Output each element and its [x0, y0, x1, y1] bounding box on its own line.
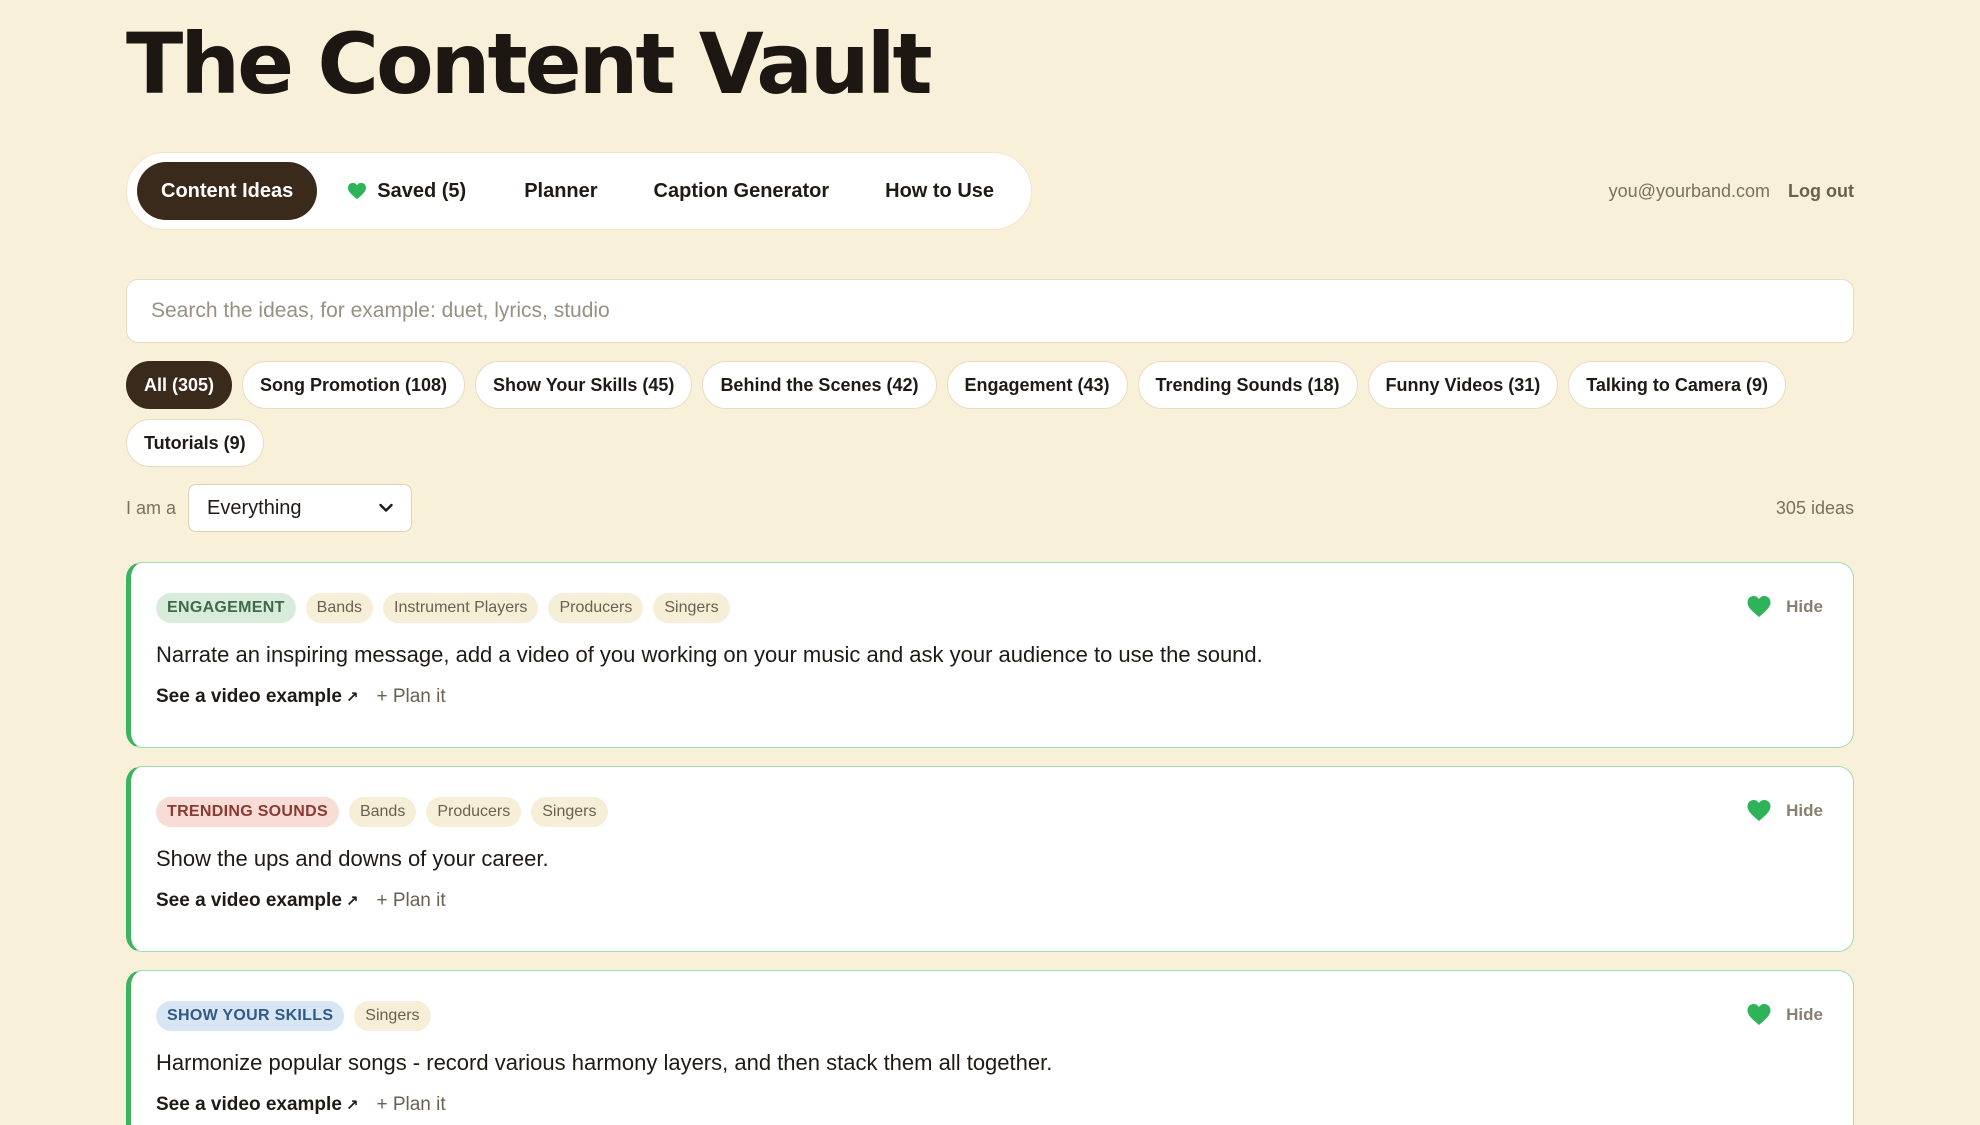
role-tag: Producers	[548, 593, 644, 623]
idea-tags: ENGAGEMENT Bands Instrument Players Prod…	[156, 593, 1823, 623]
filter-chip-all[interactable]: All (305)	[126, 361, 233, 409]
idea-links: See a video example ↗ + Plan it	[156, 686, 1823, 708]
category-tag: SHOW YOUR SKILLS	[156, 1001, 345, 1031]
card-actions: Hide	[1746, 595, 1823, 618]
filter-chip-tutorials[interactable]: Tutorials (9)	[126, 419, 264, 467]
card-actions: Hide	[1746, 799, 1823, 822]
filter-chip-behind-the-scenes[interactable]: Behind the Scenes (42)	[702, 361, 937, 409]
tab-saved[interactable]: Saved (5)	[317, 162, 496, 220]
category-tag: ENGAGEMENT	[156, 593, 296, 623]
external-link-icon: ↗	[345, 1096, 359, 1114]
video-example-link[interactable]: See a video example ↗	[156, 686, 358, 708]
role-tag: Producers	[426, 797, 522, 827]
idea-card: SHOW YOUR SKILLS Singers Harmonize popul…	[126, 970, 1854, 1125]
hide-button[interactable]: Hide	[1786, 1005, 1823, 1025]
idea-list: ENGAGEMENT Bands Instrument Players Prod…	[126, 562, 1854, 1125]
tab-content-ideas[interactable]: Content Ideas	[137, 162, 318, 220]
main-nav: Content Ideas Saved (5) Planner Caption …	[126, 152, 1032, 230]
filter-chip-engagement[interactable]: Engagement (43)	[946, 361, 1128, 409]
video-example-link[interactable]: See a video example ↗	[156, 1094, 358, 1116]
idea-tags: TRENDING SOUNDS Bands Producers Singers	[156, 797, 1823, 827]
hide-button[interactable]: Hide	[1786, 597, 1823, 617]
filter-chip-song-promotion[interactable]: Song Promotion (108)	[242, 361, 466, 409]
tab-how-to-use[interactable]: How to Use	[857, 162, 1022, 220]
card-actions: Hide	[1746, 1003, 1823, 1026]
idea-text: Harmonize popular songs - record various…	[156, 1050, 1053, 1075]
idea-tags: SHOW YOUR SKILLS Singers	[156, 1001, 1823, 1031]
video-example-link[interactable]: See a video example ↗	[156, 890, 358, 912]
external-link-icon: ↗	[345, 892, 359, 910]
idea-text: Narrate an inspiring message, add a vide…	[156, 642, 1263, 667]
role-select[interactable]: Everything	[188, 484, 413, 532]
external-link-icon: ↗	[345, 688, 359, 706]
tab-label: How to Use	[885, 179, 995, 202]
logout-button[interactable]: Log out	[1788, 181, 1854, 202]
role-label: I am a	[126, 497, 177, 518]
top-bar: Content Ideas Saved (5) Planner Caption …	[126, 152, 1854, 230]
category-filters: All (305) Song Promotion (108) Show Your…	[126, 361, 1854, 467]
tab-label: Caption Generator	[653, 179, 830, 202]
plan-it-button[interactable]: + Plan it	[376, 890, 445, 912]
heart-icon	[348, 182, 367, 200]
tab-label: Saved (5)	[377, 179, 467, 202]
idea-card: ENGAGEMENT Bands Instrument Players Prod…	[126, 562, 1854, 748]
search-input[interactable]	[126, 279, 1854, 343]
role-selected-value: Everything	[207, 496, 302, 519]
heart-icon[interactable]	[1746, 1003, 1772, 1026]
user-box: you@yourband.com Log out	[1609, 152, 1854, 230]
role-row: I am a Everything 305 ideas	[126, 484, 1854, 532]
video-example-label: See a video example	[156, 1093, 342, 1115]
filter-chip-talking-to-camera[interactable]: Talking to Camera (9)	[1568, 361, 1786, 409]
role-tag: Bands	[348, 797, 417, 827]
role-tag: Singers	[653, 593, 730, 623]
tab-planner[interactable]: Planner	[496, 162, 625, 220]
plan-it-button[interactable]: + Plan it	[376, 686, 445, 708]
role-tag: Bands	[305, 593, 374, 623]
idea-count: 305 ideas	[1775, 497, 1854, 518]
idea-text: Show the ups and downs of your career.	[156, 846, 549, 871]
video-example-label: See a video example	[156, 685, 342, 707]
idea-links: See a video example ↗ + Plan it	[156, 890, 1823, 912]
plan-it-button[interactable]: + Plan it	[376, 1094, 445, 1116]
category-tag: TRENDING SOUNDS	[156, 797, 339, 827]
filter-chip-show-your-skills[interactable]: Show Your Skills (45)	[475, 361, 693, 409]
idea-card: TRENDING SOUNDS Bands Producers Singers …	[126, 766, 1854, 952]
heart-icon[interactable]	[1746, 799, 1772, 822]
chevron-down-icon	[379, 503, 393, 512]
role-tag: Instrument Players	[383, 593, 539, 623]
video-example-label: See a video example	[156, 889, 342, 911]
role-tag: Singers	[354, 1001, 431, 1031]
hide-button[interactable]: Hide	[1786, 801, 1823, 821]
page-title: The Content Vault	[126, 15, 933, 113]
filter-chip-funny-videos[interactable]: Funny Videos (31)	[1367, 361, 1559, 409]
filter-chip-trending-sounds[interactable]: Trending Sounds (18)	[1137, 361, 1358, 409]
heart-icon[interactable]	[1746, 595, 1772, 618]
role-tag: Singers	[531, 797, 608, 827]
tab-caption-generator[interactable]: Caption Generator	[626, 162, 858, 220]
user-email: you@yourband.com	[1608, 180, 1771, 201]
tab-label: Planner	[524, 179, 598, 202]
tab-label: Content Ideas	[161, 179, 294, 202]
idea-links: See a video example ↗ + Plan it	[156, 1094, 1823, 1116]
